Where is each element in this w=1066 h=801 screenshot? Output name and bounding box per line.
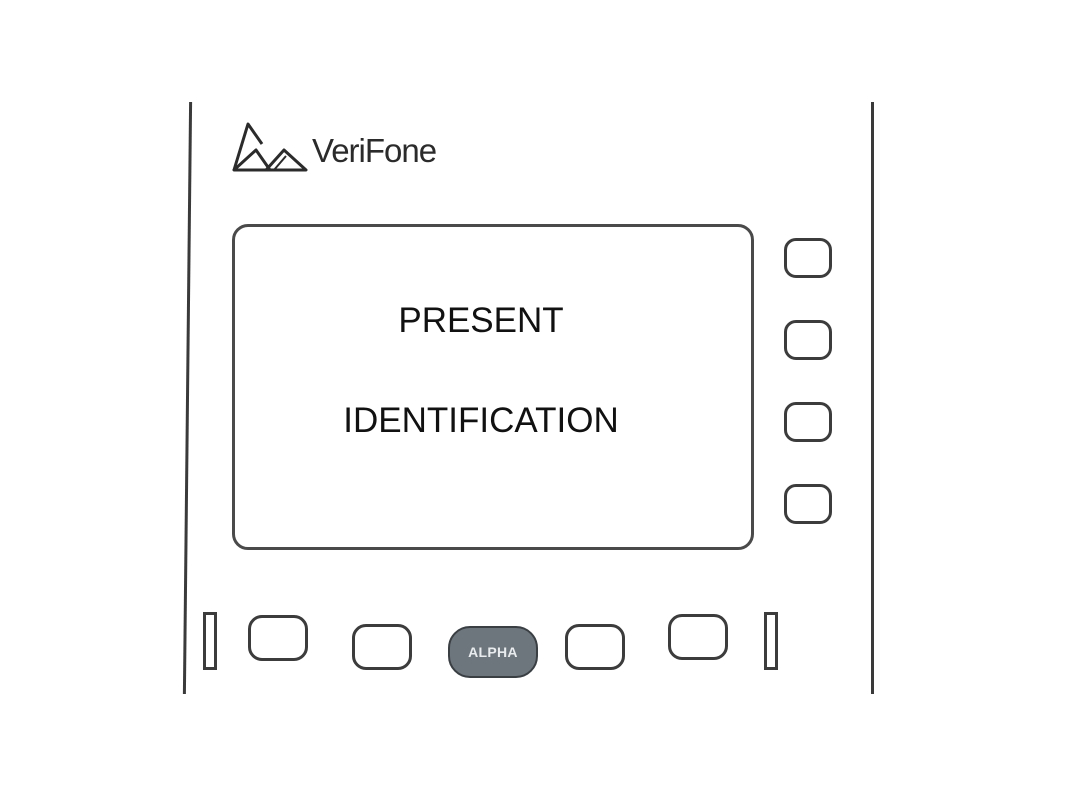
side-softkey-2[interactable] (784, 320, 832, 360)
function-key-4[interactable] (668, 614, 728, 660)
device-left-edge (182, 102, 193, 694)
brand-name: VeriFone (312, 132, 437, 169)
left-slot (203, 612, 217, 670)
device-right-edge (871, 102, 874, 694)
side-softkey-4[interactable] (784, 484, 832, 524)
alpha-key[interactable]: ALPHA (448, 626, 538, 678)
display-line-2: IDENTIFICATION (343, 401, 619, 440)
function-key-2[interactable] (352, 624, 412, 670)
display-line-1: PRESENT (398, 301, 564, 340)
side-softkey-3[interactable] (784, 402, 832, 442)
verifone-logo: VeriFone (230, 120, 450, 176)
function-key-3[interactable] (565, 624, 625, 670)
terminal-display: PRESENT IDENTIFICATION (232, 224, 754, 550)
verifone-triangle-logo-icon (232, 122, 308, 172)
right-slot (764, 612, 778, 670)
function-key-1[interactable] (248, 615, 308, 661)
side-softkey-1[interactable] (784, 238, 832, 278)
